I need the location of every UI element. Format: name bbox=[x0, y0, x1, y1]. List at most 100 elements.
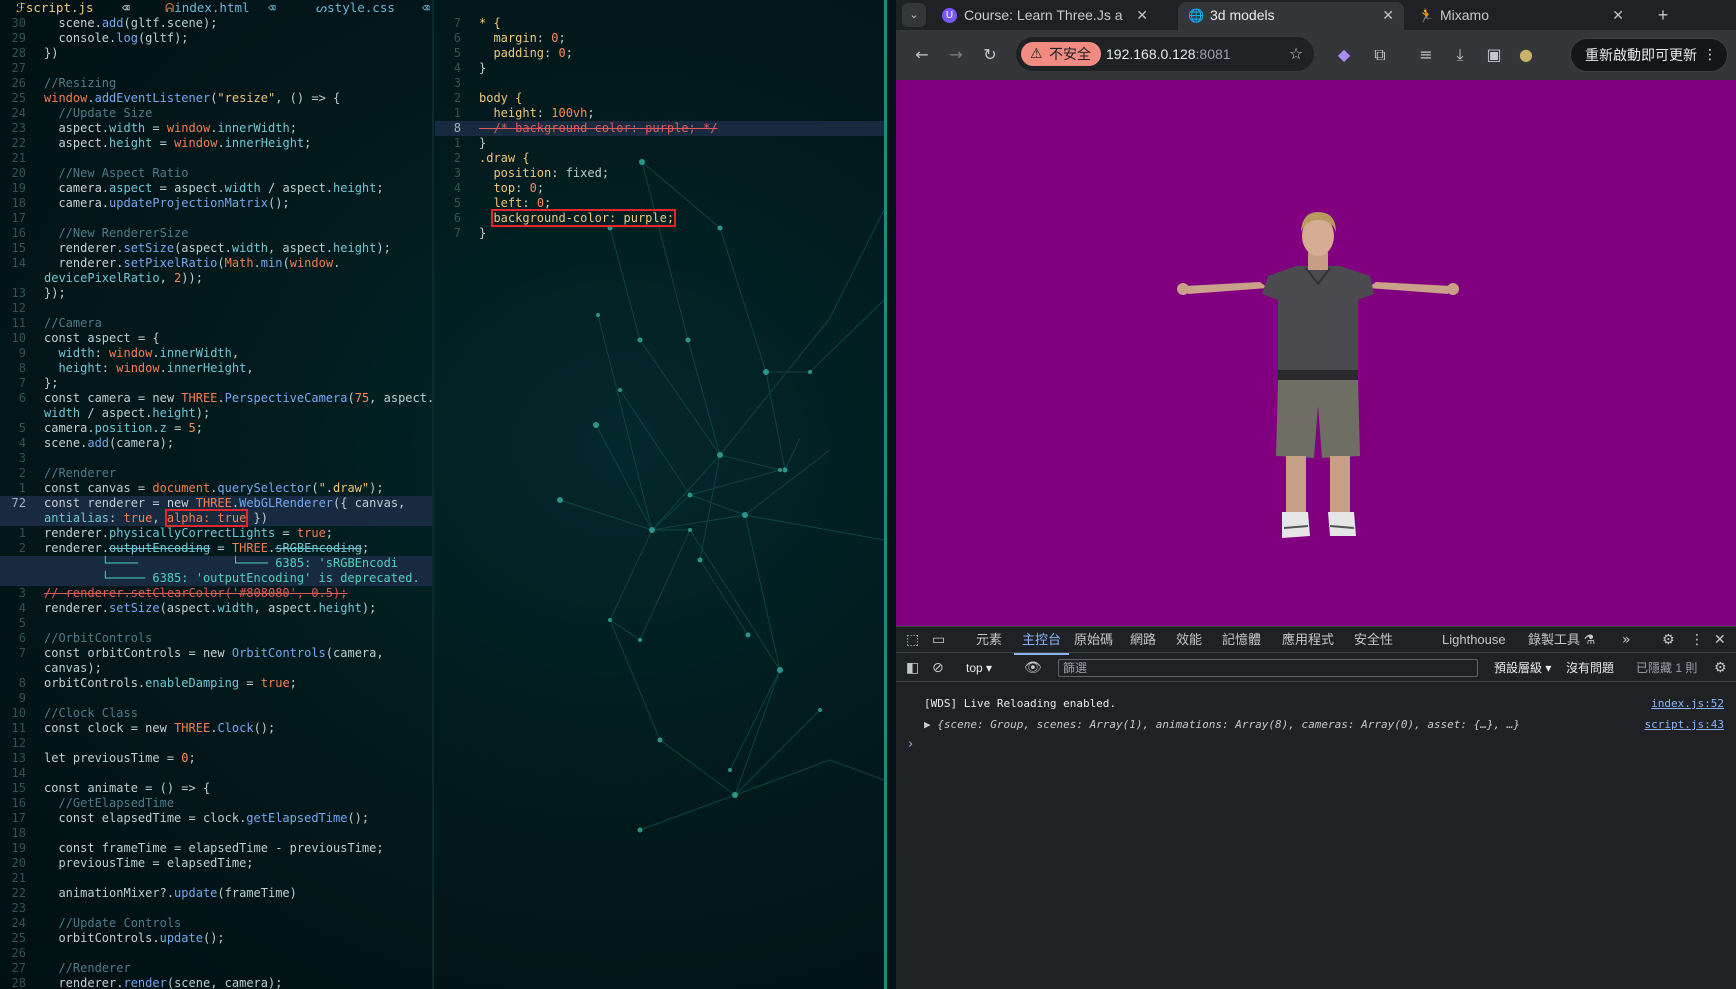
code-line[interactable]: 11 const clock = new THREE.Clock(); bbox=[0, 721, 432, 736]
code-line[interactable]: 30 scene.add(gltf.scene); bbox=[0, 16, 432, 31]
code-line[interactable]: 23 aspect.width = window.innerWidth; bbox=[0, 121, 432, 136]
close-icon[interactable]: ✕ bbox=[1136, 2, 1148, 28]
pane-divider[interactable] bbox=[432, 0, 434, 989]
code-line[interactable]: 5 left: 0; bbox=[435, 196, 887, 211]
code-line[interactable]: 9 bbox=[0, 691, 432, 706]
eye-icon[interactable]: 👁 bbox=[1024, 654, 1042, 682]
code-line[interactable]: 3 bbox=[435, 76, 887, 91]
code-line[interactable]: 14 renderer.setPixelRatio(Math.min(windo… bbox=[0, 256, 432, 271]
close-icon[interactable]: ✕ bbox=[1612, 2, 1624, 28]
code-line[interactable]: 15 const animate = () => { bbox=[0, 781, 432, 796]
extensions-puzzle-icon[interactable]: ⧉ bbox=[1368, 43, 1392, 67]
code-line[interactable]: 10 const aspect = { bbox=[0, 331, 432, 346]
code-line[interactable]: 9 width: window.innerWidth, bbox=[0, 346, 432, 361]
code-line[interactable]: 7 * { bbox=[435, 16, 887, 31]
code-line[interactable]: 1 renderer.physicallyCorrectLights = true… bbox=[0, 526, 432, 541]
bookmark-star-icon[interactable]: ☆ bbox=[1284, 42, 1308, 66]
url-text[interactable]: 192.168.0.128:8081 bbox=[1106, 37, 1231, 71]
code-line[interactable]: 1} bbox=[435, 136, 887, 151]
code-line[interactable]: 2 body { bbox=[435, 91, 887, 106]
media-queue-icon[interactable]: ≡ bbox=[1414, 43, 1438, 67]
devtools-tab[interactable]: 記憶體 bbox=[1222, 627, 1261, 653]
devtools-tab[interactable]: 元素 bbox=[976, 627, 1002, 653]
code-line[interactable]: 5 camera.position.z = 5; bbox=[0, 421, 432, 436]
code-line[interactable]: 17 bbox=[0, 211, 432, 226]
code-line[interactable]: 2 .draw { bbox=[435, 151, 887, 166]
code-line[interactable]: 20 previousTime = elapsedTime; bbox=[0, 856, 432, 871]
profile-avatar[interactable]: ● bbox=[1514, 43, 1538, 67]
code-line[interactable]: 12 bbox=[0, 736, 432, 751]
code-line[interactable]: 28 renderer.render(scene, camera); bbox=[0, 976, 432, 989]
tab-index-html[interactable]: ᕱindex.html bbox=[165, 0, 250, 16]
not-secure-badge[interactable]: 不安全 bbox=[1021, 42, 1101, 66]
code-line[interactable]: 17 const elapsedTime = clock.getElapsedT… bbox=[0, 811, 432, 826]
code-line[interactable]: 19 const frameTime = elapsedTime - previ… bbox=[0, 841, 432, 856]
code-line[interactable]: 4} bbox=[435, 61, 887, 76]
code-line[interactable]: 23 bbox=[0, 901, 432, 916]
window-divider[interactable] bbox=[884, 0, 887, 989]
tab-search-icon[interactable]: ⌄ bbox=[902, 3, 926, 27]
code-line[interactable]: 6 //OrbitControls bbox=[0, 631, 432, 646]
side-panel-icon[interactable]: ▣ bbox=[1482, 43, 1506, 67]
console-message[interactable]: ▶ {scene: Group, scenes: Array(1), anima… bbox=[924, 715, 1724, 735]
update-browser-button[interactable]: 重新啟動即可更新 bbox=[1570, 38, 1728, 72]
forward-icon[interactable]: → bbox=[944, 43, 968, 67]
devtools-tab[interactable]: 原始碼 bbox=[1074, 627, 1113, 653]
console-source-link[interactable]: index.js:52 bbox=[1651, 694, 1724, 714]
code-line[interactable]: canvas); bbox=[0, 661, 432, 676]
code-line[interactable]: └───── 6385: 'outputEncoding' is depreca… bbox=[0, 571, 432, 586]
tab-course[interactable]: U Course: Learn Three.Js a ✕ bbox=[932, 2, 1158, 30]
code-line[interactable]: 28}) bbox=[0, 46, 432, 61]
code-line[interactable]: 7} bbox=[435, 226, 887, 241]
code-line[interactable]: 13}); bbox=[0, 286, 432, 301]
tab-mixamo[interactable]: 🏃 Mixamo ✕ bbox=[1408, 2, 1634, 30]
code-line[interactable]: 21 bbox=[0, 151, 432, 166]
devtools-tab[interactable]: 錄製工具 ⚗ bbox=[1528, 627, 1595, 653]
issues-counter[interactable]: 沒有問題 bbox=[1566, 654, 1614, 682]
code-line[interactable]: 24 //Update Size bbox=[0, 106, 432, 121]
code-line[interactable]: 24 //Update Controls bbox=[0, 916, 432, 931]
code-line[interactable]: 72 const renderer = new THREE.WebGLRender… bbox=[0, 496, 432, 511]
code-line[interactable]: 20 //New Aspect Ratio bbox=[0, 166, 432, 181]
sidebar-toggle-icon[interactable]: ◧ bbox=[906, 654, 919, 682]
console-source-link[interactable]: script.js:43 bbox=[1645, 715, 1724, 735]
device-toolbar-icon[interactable]: ▭ bbox=[932, 627, 945, 653]
code-line[interactable]: 3 position: fixed; bbox=[435, 166, 887, 181]
code-line[interactable]: 26 bbox=[0, 946, 432, 961]
code-line[interactable]: 12 bbox=[0, 301, 432, 316]
gear-icon[interactable]: ⚙ bbox=[1662, 627, 1675, 653]
code-line[interactable]: 22 animationMixer?.update(frameTime) bbox=[0, 886, 432, 901]
tab-3d-models[interactable]: 🌐 3d models ✕ bbox=[1178, 2, 1404, 30]
webgl-canvas[interactable] bbox=[896, 80, 1736, 626]
extension-icon[interactable]: ◆ bbox=[1332, 43, 1356, 67]
code-line[interactable]: 6 background-color: purple; bbox=[435, 209, 887, 227]
code-line[interactable]: 4 top: 0; bbox=[435, 181, 887, 196]
console-settings-icon[interactable]: ⚙ bbox=[1714, 654, 1727, 682]
code-line[interactable]: 5 bbox=[0, 616, 432, 631]
code-line[interactable]: 2 renderer.outputEncoding = THREE.sRGBEnc… bbox=[0, 541, 432, 556]
code-line[interactable]: width / aspect.height); bbox=[0, 406, 432, 421]
download-icon[interactable]: ⤓ bbox=[1448, 43, 1472, 67]
code-line[interactable]: 3 bbox=[0, 451, 432, 466]
code-line[interactable]: 18 bbox=[0, 826, 432, 841]
kebab-menu-icon[interactable]: ⋮ bbox=[1690, 627, 1704, 653]
code-line[interactable]: 1 height: 100vh; bbox=[435, 106, 887, 121]
code-line[interactable]: 15 renderer.setSize(aspect.width, aspect… bbox=[0, 241, 432, 256]
reload-icon[interactable]: ↻ bbox=[978, 43, 1002, 67]
devtools-tab[interactable]: 安全性 bbox=[1354, 627, 1393, 653]
code-line[interactable]: 21 bbox=[0, 871, 432, 886]
code-line[interactable]: 7}; bbox=[0, 376, 432, 391]
code-line[interactable]: 10 //Clock Class bbox=[0, 706, 432, 721]
code-line[interactable]: 27 bbox=[0, 61, 432, 76]
code-line[interactable]: 8 height: window.innerHeight, bbox=[0, 361, 432, 376]
code-line[interactable]: 14 bbox=[0, 766, 432, 781]
console-object-preview[interactable]: ▶ {scene: Group, scenes: Array(1), anima… bbox=[924, 718, 1520, 731]
code-line[interactable]: 25 window.addEventListener("resize", () =… bbox=[0, 91, 432, 106]
code-line[interactable]: 26 //Resizing bbox=[0, 76, 432, 91]
code-line[interactable]: 25 orbitControls.update(); bbox=[0, 931, 432, 946]
code-line[interactable]: 6 const camera = new THREE.PerspectiveCam… bbox=[0, 391, 434, 406]
code-line[interactable]: 1 const canvas = document.querySelector("… bbox=[0, 481, 432, 496]
code-line[interactable]: 6 margin: 0; bbox=[435, 31, 887, 46]
console-filter-input[interactable]: 篩選 bbox=[1058, 659, 1478, 677]
code-line[interactable]: devicePixelRatio, 2)); bbox=[0, 271, 432, 286]
